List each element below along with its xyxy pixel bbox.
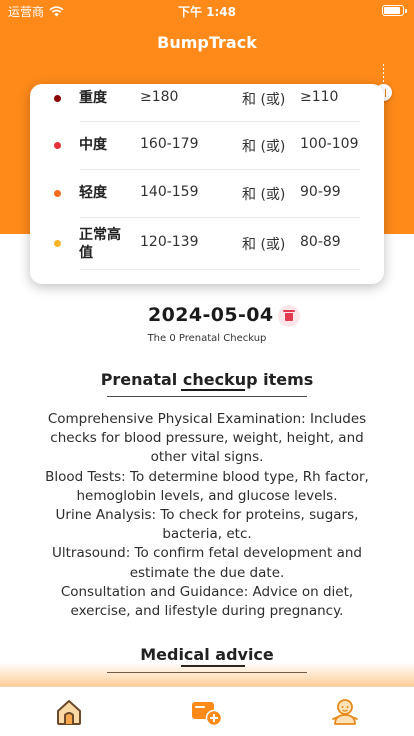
section-title-checkup-items: Prenatal checkup items bbox=[100, 370, 314, 389]
bp-level: 轻度 bbox=[79, 185, 107, 201]
baby-icon bbox=[332, 699, 358, 725]
scroll-track[interactable] bbox=[382, 64, 385, 86]
delete-button[interactable] bbox=[278, 305, 300, 327]
bp-connector: 和 (或) bbox=[242, 92, 286, 108]
bp-row-mild: 轻度 140-159 和 (或) 90-99 bbox=[30, 170, 384, 218]
bp-level: 中度 bbox=[79, 137, 107, 153]
bp-row-moderate: 中度 160-179 和 (或) 100-109 bbox=[30, 122, 384, 170]
battery-icon bbox=[382, 5, 407, 16]
bp-connector: 和 (或) bbox=[242, 237, 286, 253]
checkup-item: Urine Analysis: To check for proteins, s… bbox=[55, 507, 359, 543]
bp-diastolic: 100-109 bbox=[300, 136, 359, 152]
add-checkup-icon bbox=[192, 702, 223, 727]
bp-diastolic: ≥110 bbox=[300, 89, 339, 105]
tab-baby[interactable] bbox=[330, 697, 360, 727]
severity-dot bbox=[54, 142, 61, 149]
bottom-glow bbox=[0, 662, 414, 688]
severity-dot bbox=[54, 190, 61, 197]
section-underline bbox=[107, 396, 307, 397]
bp-systolic: 160-179 bbox=[140, 136, 199, 152]
bp-connector: 和 (或) bbox=[242, 139, 286, 155]
bp-diastolic: 90-99 bbox=[300, 184, 341, 200]
checkup-items-text: Comprehensive Physical Examination: Incl… bbox=[32, 410, 382, 621]
divider bbox=[80, 269, 360, 270]
battery-level bbox=[384, 7, 400, 14]
checkup-item: Comprehensive Physical Examination: Incl… bbox=[47, 411, 367, 466]
status-time: 下午 1:48 bbox=[177, 5, 237, 19]
app-title: BumpTrack bbox=[157, 33, 257, 52]
bp-systolic: ≥180 bbox=[140, 89, 179, 105]
checkup-subtitle: The 0 Prenatal Checkup bbox=[147, 333, 267, 344]
tab-add-checkup[interactable] bbox=[191, 697, 223, 727]
checkup-item: Blood Tests: To determine blood type, Rh… bbox=[45, 468, 369, 504]
checkup-item: Ultrasound: To confirm fetal development… bbox=[52, 545, 362, 581]
bp-connector: 和 (或) bbox=[242, 187, 286, 203]
bp-systolic: 140-159 bbox=[140, 184, 199, 200]
bp-row-high-normal: 正常高值 120-139 和 (或) 80-89 bbox=[30, 218, 384, 270]
status-bar: 运营商 下午 1:48 bbox=[0, 0, 414, 22]
severity-dot bbox=[54, 240, 61, 247]
bp-level: 重度 bbox=[79, 90, 107, 106]
checkup-date: 2024-05-04 bbox=[148, 304, 274, 326]
section-underline-accent bbox=[181, 389, 245, 391]
bp-level: 正常高值 bbox=[79, 227, 121, 261]
bp-systolic: 120-139 bbox=[140, 234, 199, 250]
trash-icon bbox=[283, 310, 295, 321]
bp-row-severe: 重度 ≥180 和 (或) ≥110 bbox=[30, 84, 384, 122]
bp-grading-card: 重度 ≥180 和 (或) ≥110 中度 160-179 和 (或) 100-… bbox=[30, 84, 384, 284]
home-icon bbox=[57, 700, 81, 725]
tab-home[interactable] bbox=[54, 697, 84, 727]
tab-bar bbox=[0, 686, 414, 736]
checkup-item: Consultation and Guidance: Advice on die… bbox=[60, 583, 354, 620]
severity-dot bbox=[54, 95, 61, 102]
bp-diastolic: 80-89 bbox=[300, 234, 341, 250]
